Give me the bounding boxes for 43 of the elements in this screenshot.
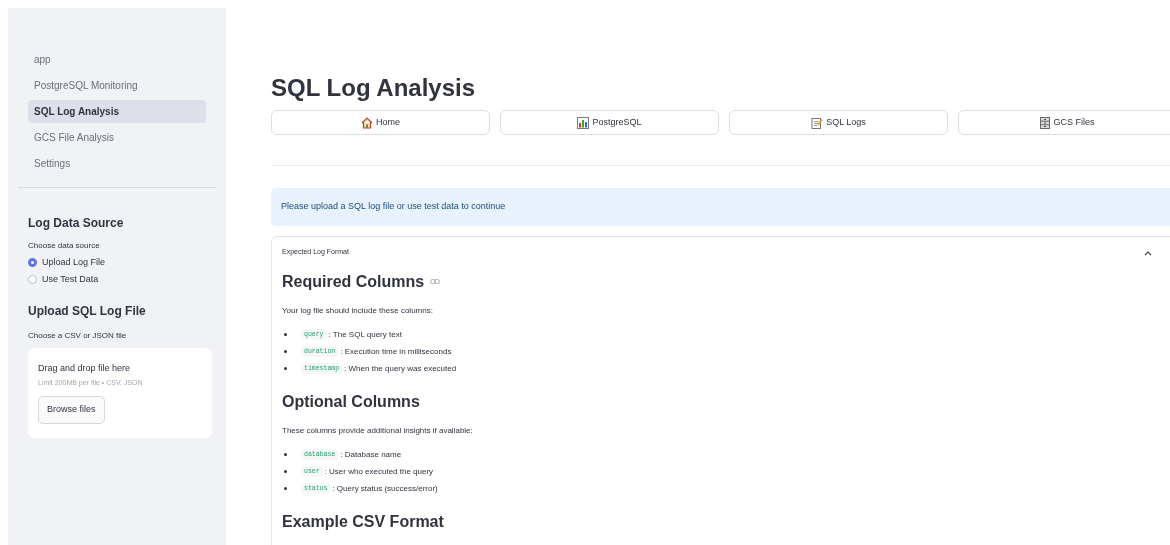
nav-button[interactable]: SQL Logs (729, 110, 948, 135)
page-title: SQL Log Analysis (271, 73, 477, 103)
radio-option[interactable]: Upload Log File (28, 256, 206, 270)
section-heading: Optional Columns (282, 391, 420, 412)
nav-button[interactable]: GCS Files (958, 110, 1170, 135)
section-heading: Required Columns (282, 271, 425, 292)
section-heading: Example CSV Format (282, 511, 444, 532)
column-description: : Execution time in milliseconds (340, 345, 452, 358)
dropzone-title: Drag and drop file here (38, 362, 131, 375)
field-label: Choose a CSV or JSON file (28, 330, 128, 342)
column-description: : When the query was executed (344, 362, 457, 375)
column-description: : Database name (340, 448, 402, 461)
memo-icon (811, 116, 824, 129)
bullet-icon (284, 333, 287, 336)
sidebar-nav-item[interactable]: SQL Log Analysis (28, 100, 206, 123)
radio-button[interactable] (28, 258, 37, 268)
house-icon (361, 116, 373, 129)
nav-button[interactable]: Home (271, 110, 490, 135)
column-description: : The SQL query text (328, 328, 402, 341)
cabinet-icon (1040, 116, 1051, 129)
field-label: Choose data source (28, 240, 101, 252)
bullet-icon (284, 367, 287, 370)
radio-option[interactable]: Use Test Data (28, 272, 206, 286)
browse-files-button[interactable]: Browse files (38, 396, 105, 424)
nav-button[interactable]: PostgreSQL (500, 110, 719, 135)
section-heading: Upload SQL Log File (28, 303, 147, 320)
intro-text: Your log file should include these columns: (282, 304, 434, 317)
radio-button[interactable] (28, 274, 37, 284)
info-alert: Please upload a SQL log file or use test data to continue (271, 188, 1170, 226)
column-description: : User who executed the query (324, 465, 434, 478)
bullet-icon (284, 453, 287, 456)
section-heading: Log Data Source (28, 215, 125, 232)
sidebar-nav-item[interactable]: Settings (28, 152, 206, 175)
bullet-icon (284, 470, 287, 473)
sidebar-nav-item[interactable]: app (28, 48, 206, 71)
sidebar-nav-item[interactable]: PostgreSQL Monitoring (28, 74, 206, 97)
bullet-icon (284, 350, 287, 353)
column-description: : Query status (success/error) (332, 482, 438, 495)
bar-chart-icon (577, 116, 590, 129)
link-icon[interactable] (430, 279, 441, 284)
bullet-icon (284, 487, 287, 490)
sidebar-nav-item[interactable]: GCS File Analysis (28, 126, 206, 149)
intro-text: These columns provide additional insights if available: (282, 424, 474, 437)
